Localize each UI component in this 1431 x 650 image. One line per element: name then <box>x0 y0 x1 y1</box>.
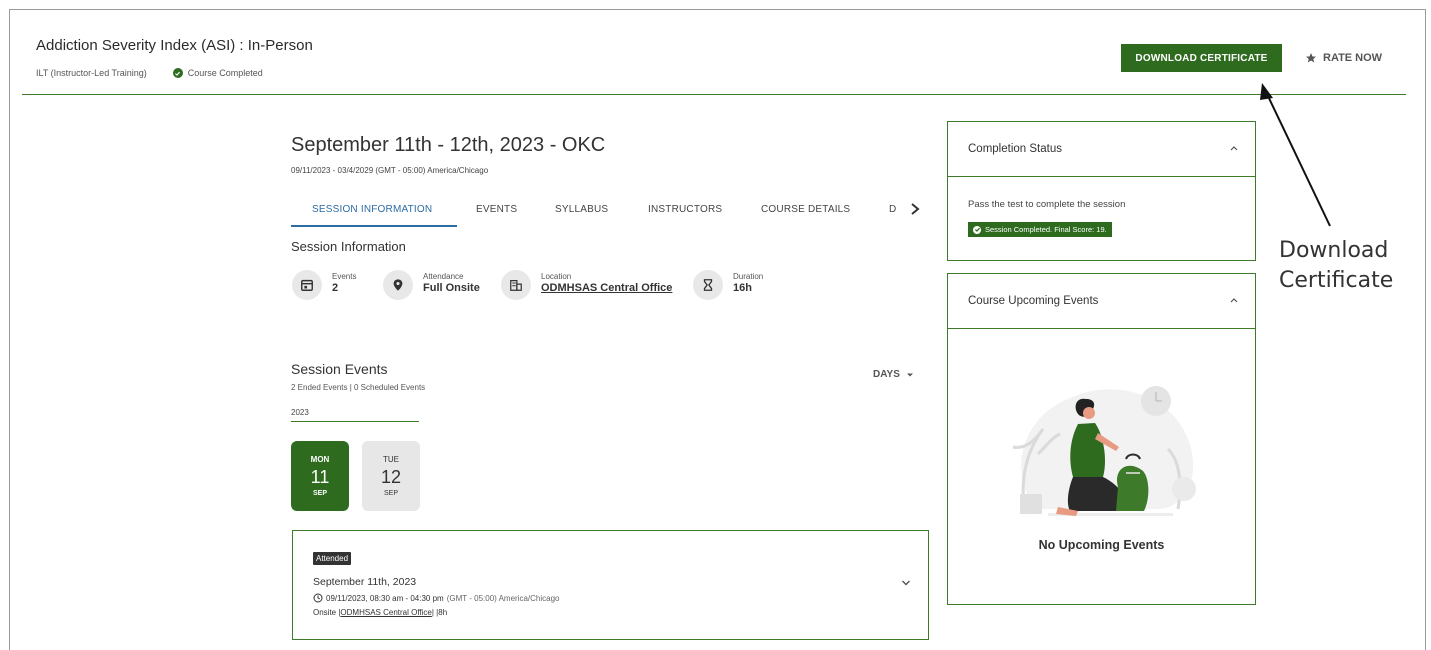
check-circle-icon <box>172 68 183 78</box>
day-card-mon-11[interactable]: MON 11 SEP <box>291 441 349 511</box>
building-icon <box>501 270 531 300</box>
event-mode: Onsite | <box>313 608 341 617</box>
stat-events-label: Events <box>332 272 357 281</box>
year-selector[interactable]: 2023 <box>291 408 419 422</box>
location-link[interactable]: ODMHSAS Central Office <box>541 282 672 294</box>
chevron-up-icon[interactable] <box>1230 297 1238 303</box>
attended-badge: Attended <box>313 552 352 565</box>
hourglass-icon <box>693 270 723 300</box>
rate-now-button[interactable]: RATE NOW <box>1305 52 1382 64</box>
tab-course-details[interactable]: COURSE DETAILS <box>761 204 850 215</box>
stat-events: Events 2 <box>292 270 356 300</box>
course-meta: ILT (Instructor-Led Training) Course Com… <box>36 68 263 78</box>
event-duration: | |8h <box>431 608 448 617</box>
clock-icon <box>313 593 323 603</box>
rate-now-label: RATE NOW <box>1323 52 1383 64</box>
event-time-range: 09/11/2023, 08:30 am - 04:30 pm <box>326 593 444 603</box>
upcoming-events-header[interactable]: Course Upcoming Events <box>948 274 1255 329</box>
event-location-line: Onsite |ODMHSAS Central Office| |8h <box>313 608 447 617</box>
course-type: ILT (Instructor-Led Training) <box>36 68 147 78</box>
session-events-title: Session Events <box>291 361 388 377</box>
session-tabs: SESSION INFORMATION EVENTS SYLLABUS INST… <box>291 202 927 228</box>
session-dates: 09/11/2023 - 03/4/2029 (GMT - 05:00) Ame… <box>291 166 489 175</box>
header-divider <box>22 94 1406 95</box>
download-certificate-button[interactable]: DOWNLOAD CERTIFICATE <box>1121 44 1282 72</box>
empty-state-illustration <box>1012 386 1196 516</box>
session-title: September 11th - 12th, 2023 - OKC <box>291 134 606 156</box>
session-completed-badge: Session Completed. Final Score: 19. <box>968 222 1112 237</box>
star-icon <box>1306 53 1316 63</box>
stat-duration: Duration 16h <box>693 270 763 300</box>
event-time: 09/11/2023, 08:30 am - 04:30 pm (GMT - 0… <box>313 593 560 603</box>
stat-attendance-value: Full Onsite <box>423 282 480 294</box>
completion-status-panel: Completion Status Pass the test to compl… <box>947 121 1256 261</box>
tab-truncated[interactable]: D <box>889 204 896 215</box>
day-card-month: SEP <box>312 490 327 497</box>
day-card-month: SEP <box>383 490 398 497</box>
event-location-link[interactable]: ODMHSAS Central Office <box>340 608 431 617</box>
completion-status-header[interactable]: Completion Status <box>948 122 1255 177</box>
no-upcoming-events-text: No Upcoming Events <box>1038 538 1165 552</box>
stat-attendance: Attendance Full Onsite <box>383 270 480 300</box>
chevron-up-icon[interactable] <box>1230 145 1238 151</box>
stat-duration-label: Duration <box>733 272 764 281</box>
view-mode-dropdown[interactable]: DAYS <box>873 369 914 380</box>
stat-location: Location ODMHSAS Central Office <box>501 270 672 300</box>
stat-duration-value: 16h <box>733 282 752 294</box>
day-card-tue-12[interactable]: TUE 12 SEP <box>362 441 420 511</box>
stat-location-label: Location <box>541 272 572 281</box>
event-date: September 11th, 2023 <box>313 576 417 588</box>
day-card-num: 12 <box>380 467 402 487</box>
day-card-dow: TUE <box>383 455 399 464</box>
completion-text: Pass the test to complete the session <box>968 199 1126 210</box>
course-title: Addiction Severity Index (ASI) : In-Pers… <box>36 37 313 54</box>
upcoming-events-panel: Course Upcoming Events No Upcoming Event… <box>947 273 1256 605</box>
upcoming-events-title: Course Upcoming Events <box>968 295 1099 307</box>
event-timezone: (GMT - 05:00) America/Chicago <box>446 593 560 603</box>
section-session-information: Session Information <box>291 239 406 254</box>
tab-session-information[interactable]: SESSION INFORMATION <box>312 204 432 215</box>
chevron-down-icon[interactable] <box>901 579 911 587</box>
annotation-label: Download Certificate <box>1279 238 1394 293</box>
tab-active-indicator <box>291 225 457 227</box>
check-circle-icon <box>973 225 981 234</box>
stat-attendance-label: Attendance <box>423 272 464 281</box>
calendar-icon <box>292 270 322 300</box>
tab-events[interactable]: EVENTS <box>476 204 517 215</box>
completion-status-title: Completion Status <box>968 143 1062 155</box>
course-status: Course Completed <box>172 68 263 78</box>
view-mode-label: DAYS <box>873 369 900 380</box>
chevron-right-icon[interactable] <box>909 202 921 216</box>
tab-syllabus[interactable]: SYLLABUS <box>555 204 608 215</box>
course-status-label: Course Completed <box>187 68 263 78</box>
day-card-num: 11 <box>310 467 330 487</box>
day-card-dow: MON <box>310 455 330 464</box>
session-completed-label: Session Completed. Final Score: 19. <box>985 225 1107 234</box>
tab-instructors[interactable]: INSTRUCTORS <box>648 204 722 215</box>
session-events-summary: 2 Ended Events | 0 Scheduled Events <box>291 383 426 392</box>
event-card[interactable]: Attended September 11th, 2023 09/11/2023… <box>292 530 929 640</box>
location-pin-icon <box>383 270 413 300</box>
caret-down-icon <box>906 373 913 376</box>
stat-events-value: 2 <box>332 282 339 294</box>
